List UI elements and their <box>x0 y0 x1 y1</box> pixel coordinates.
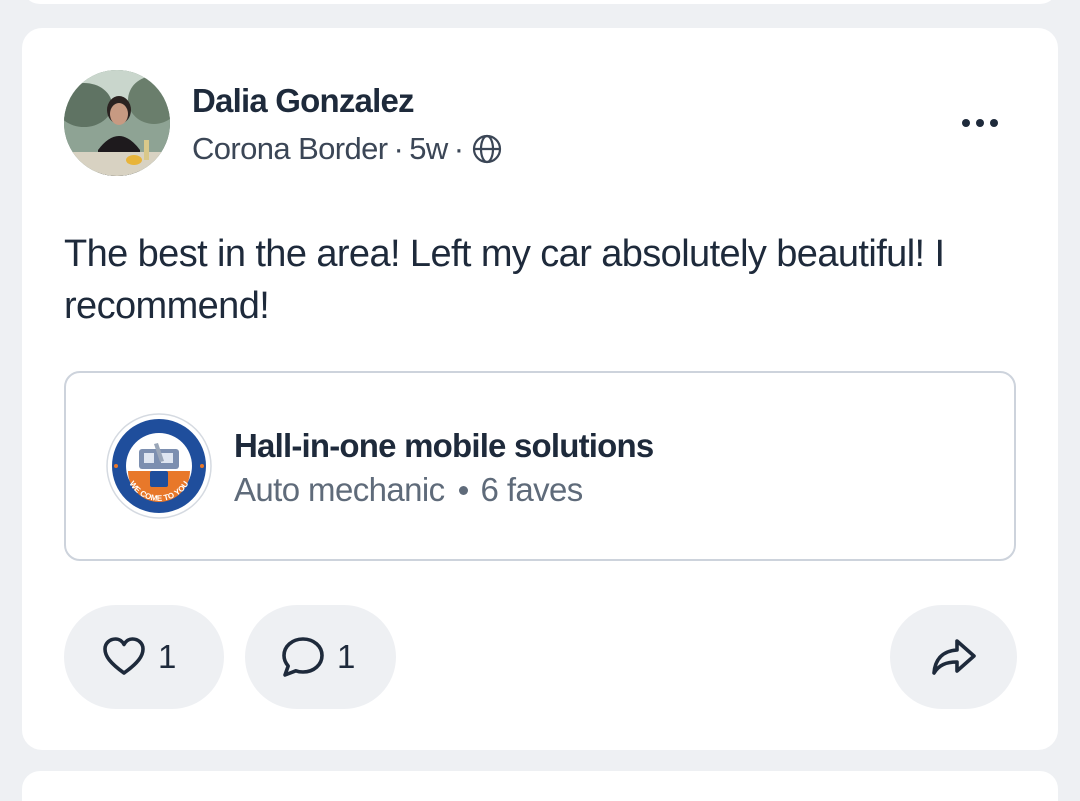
post-card: Dalia Gonzalez Corona Border · 5w · The … <box>22 28 1058 750</box>
comment-count: 1 <box>337 638 356 675</box>
avatar-photo <box>64 70 170 176</box>
meta-separator: · <box>393 131 404 166</box>
meta-separator: · <box>453 131 464 166</box>
more-dot <box>990 119 998 127</box>
avatar[interactable] <box>64 70 170 176</box>
comment-button[interactable]: 1 <box>245 605 396 709</box>
more-options-button[interactable] <box>952 108 1008 138</box>
business-meta: Auto mechanic 6 faves <box>234 471 583 509</box>
like-button[interactable]: 1 <box>64 605 224 709</box>
globe-icon <box>471 133 503 165</box>
next-card-edge <box>22 771 1058 801</box>
business-category: Auto mechanic <box>234 471 445 508</box>
business-logo: WE COME TO YOU <box>106 413 212 519</box>
bullet-separator <box>458 485 468 495</box>
business-faves: 6 faves <box>480 471 584 508</box>
comment-bubble-icon <box>279 633 327 681</box>
author-location[interactable]: Corona Border <box>192 131 388 167</box>
share-arrow-icon <box>928 631 980 683</box>
previous-card-edge <box>22 0 1058 4</box>
business-name[interactable]: Hall-in-one mobile solutions <box>234 427 654 465</box>
heart-icon <box>100 633 148 681</box>
author-name[interactable]: Dalia Gonzalez <box>192 82 415 120</box>
post-body-text: The best in the area! Left my car absolu… <box>64 233 945 327</box>
business-card[interactable]: WE COME TO YOU Hall-in-one mobile soluti… <box>64 371 1016 561</box>
more-dot <box>976 119 984 127</box>
post-meta: Corona Border · 5w · <box>192 129 503 169</box>
like-count: 1 <box>158 638 177 675</box>
more-horizontal-icon <box>962 119 970 127</box>
post-age: 5w <box>409 131 448 166</box>
share-button[interactable] <box>890 605 1017 709</box>
